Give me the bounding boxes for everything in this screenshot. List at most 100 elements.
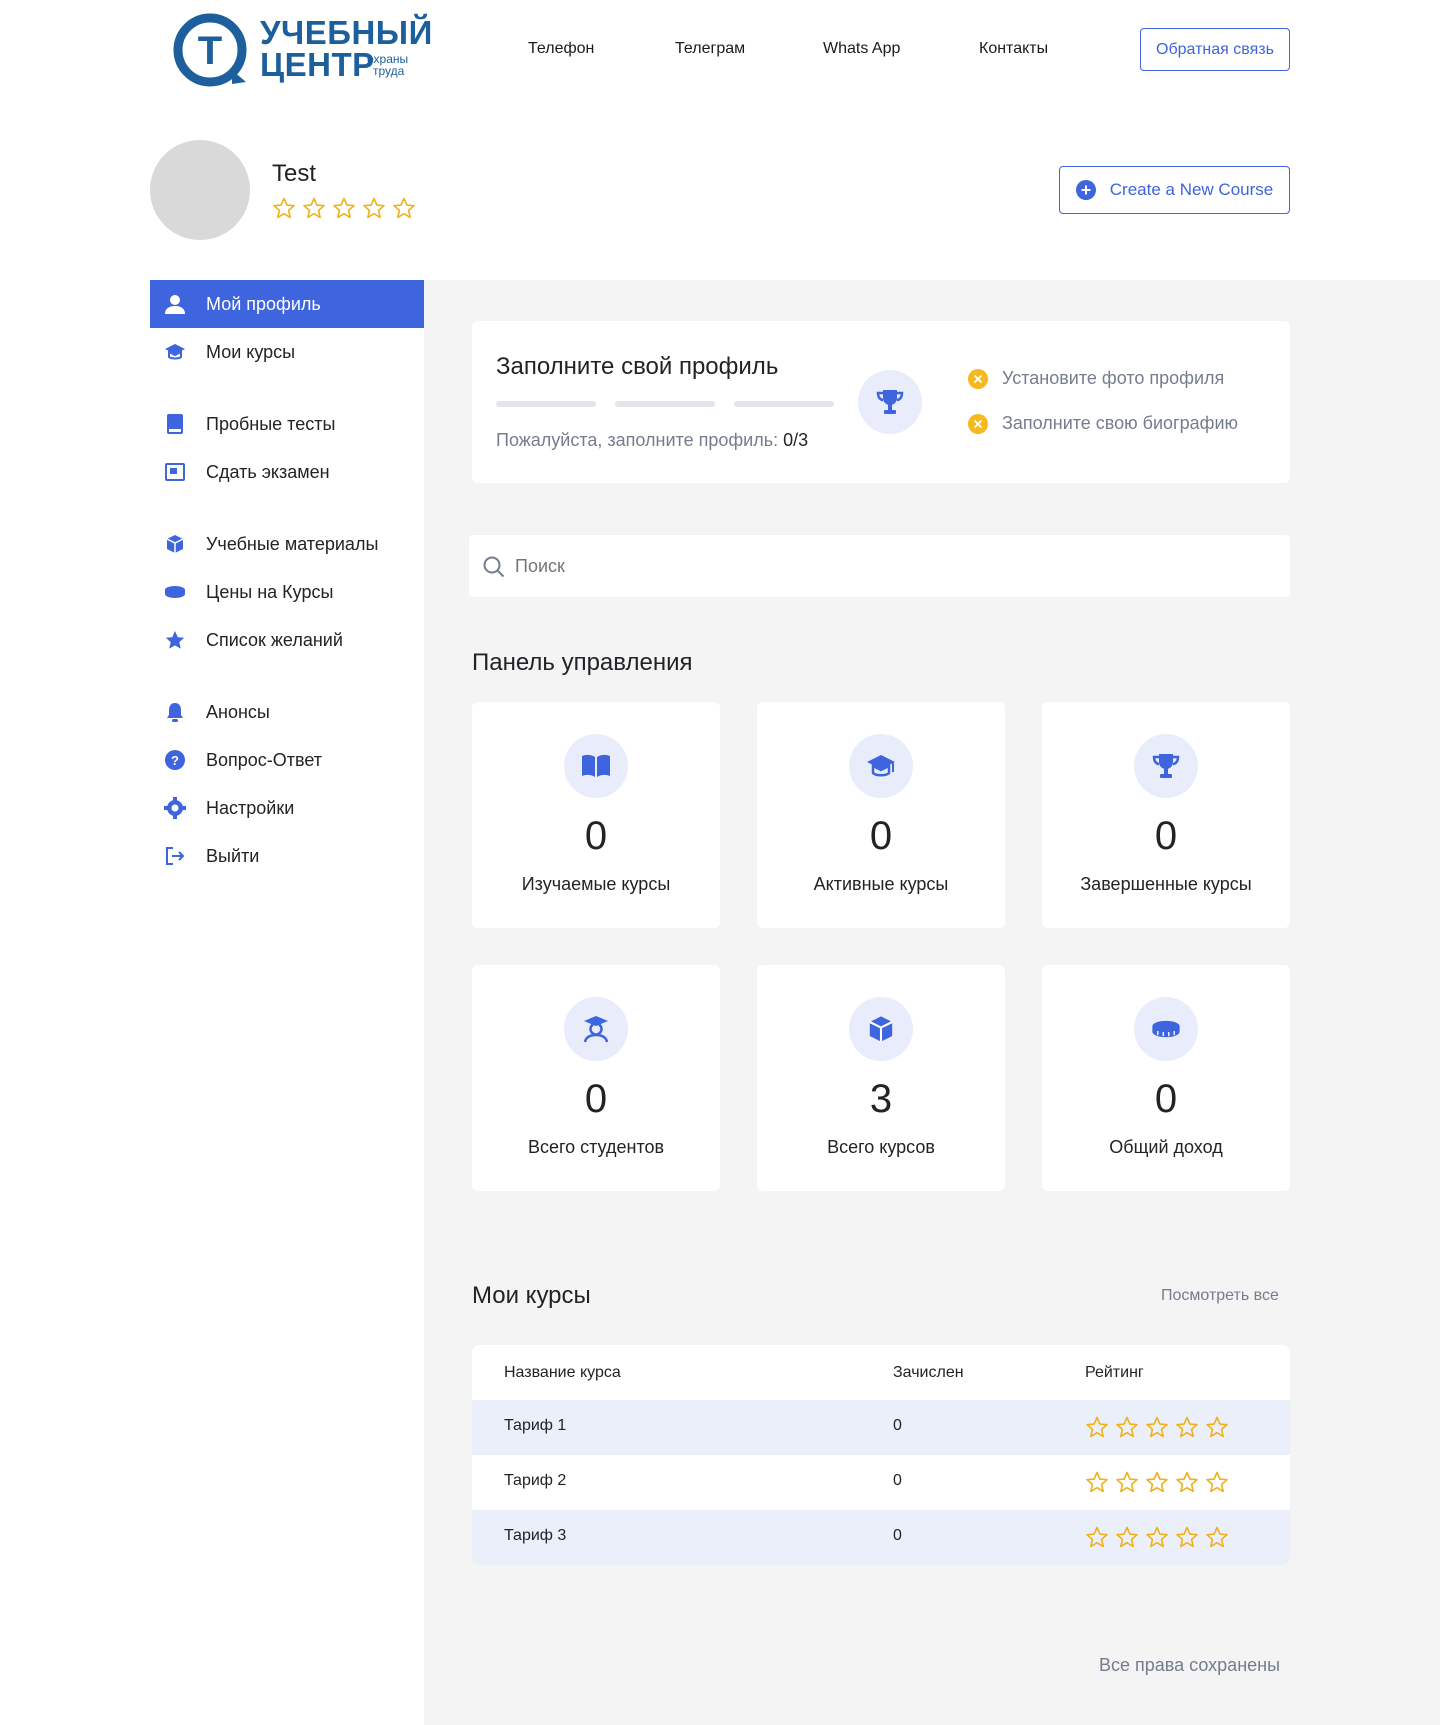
table-row[interactable]: Тариф 1 0 <box>472 1400 1290 1455</box>
search-icon <box>483 556 505 578</box>
star-outline-icon <box>1086 1416 1108 1438</box>
stat-icon-circle <box>849 734 913 798</box>
create-course-label: Create a New Course <box>1109 180 1274 199</box>
stat-icon-circle <box>564 997 628 1061</box>
course-enrolled: 0 <box>893 1417 902 1434</box>
feedback-button[interactable]: Обратная связь <box>1140 28 1290 71</box>
create-course-button[interactable]: Create a New Course <box>1059 166 1290 214</box>
sidebar-item-settings[interactable]: Настройки <box>150 784 424 832</box>
sidebar-item-logout[interactable]: Выйти <box>150 832 424 880</box>
sidebar-item-take-exam[interactable]: Сдать экзамен <box>150 448 424 496</box>
progress-segment <box>496 401 596 407</box>
open-book-icon <box>582 754 610 777</box>
stat-value: 0 <box>584 814 608 858</box>
sidebar-item-announcements[interactable]: Анонсы <box>150 688 424 736</box>
search-input[interactable] <box>515 549 1275 583</box>
graduation-cap-icon <box>867 755 895 777</box>
completion-task[interactable]: Заполните свою биографию <box>968 413 1238 434</box>
completion-task[interactable]: Установите фото профиля <box>968 368 1224 389</box>
nav-telegram[interactable]: Телеграм <box>675 38 745 60</box>
stat-icon-circle <box>564 734 628 798</box>
sidebar-item-profile[interactable]: Мой профиль <box>150 280 424 328</box>
star-outline-icon <box>363 197 385 219</box>
completion-task-label: Установите фото профиля <box>1002 368 1225 388</box>
course-enrolled: 0 <box>893 1527 902 1544</box>
completion-progress-bar <box>496 401 834 407</box>
trophy-icon <box>1152 754 1180 778</box>
star-outline-icon <box>303 197 325 219</box>
bell-icon <box>164 701 186 723</box>
sidebar-item-label: Вопрос-Ответ <box>206 749 323 770</box>
progress-segment <box>734 401 834 407</box>
svg-text:?: ? <box>171 753 179 768</box>
nav-contacts[interactable]: Контакты <box>979 38 1048 60</box>
course-rating <box>1085 1415 1235 1439</box>
star-outline-icon <box>1206 1471 1228 1493</box>
course-name[interactable]: Тариф 1 <box>504 1417 566 1435</box>
progress-segment <box>615 401 715 407</box>
feedback-button-label: Обратная связь <box>1156 40 1274 58</box>
course-name[interactable]: Тариф 2 <box>504 1472 566 1490</box>
coins-icon <box>1152 1020 1180 1038</box>
nav-whatsapp[interactable]: Whats App <box>823 38 900 60</box>
star-outline-icon <box>1176 1471 1198 1493</box>
sidebar-item-practice-tests[interactable]: Пробные тесты <box>150 400 424 448</box>
stat-label: Изучаемые курсы <box>521 874 671 894</box>
course-name[interactable]: Тариф 3 <box>504 1527 566 1545</box>
stat-value: 3 <box>869 1077 893 1121</box>
sidebar-item-my-courses[interactable]: Мои курсы <box>150 328 424 376</box>
sidebar-item-qa[interactable]: ? Вопрос-Ответ <box>150 736 424 784</box>
coins-icon <box>164 581 186 603</box>
star-outline-icon <box>273 197 295 219</box>
stat-card: 0 Общий доход <box>1042 965 1290 1191</box>
star-outline-icon <box>1146 1471 1168 1493</box>
stat-value: 0 <box>584 1077 608 1121</box>
stat-label: Активные курсы <box>813 874 949 894</box>
table-header-enrolled: Зачислен <box>893 1364 964 1381</box>
sidebar-item-label: Мои курсы <box>206 341 296 362</box>
dashboard-title: Панель управления <box>472 649 693 676</box>
my-courses-title: Мои курсы <box>472 1282 591 1309</box>
logo-line1: УЧЕБНЫЙ <box>260 14 433 51</box>
stat-icon-circle <box>1134 734 1198 798</box>
logo[interactable]: Т УЧЕБНЫЙ ЦЕНТР охраны труда <box>172 10 432 90</box>
sidebar-item-prices[interactable]: Цены на Курсы <box>150 568 424 616</box>
footer-copyright: Все права сохранены <box>1099 1655 1281 1675</box>
avatar[interactable] <box>150 140 250 240</box>
sidebar-item-wishlist[interactable]: Список желаний <box>150 616 424 664</box>
course-rating <box>1085 1470 1235 1494</box>
star-outline-icon <box>1176 1416 1198 1438</box>
sidebar-item-label: Учебные материалы <box>206 533 379 554</box>
sidebar-item-label: Настройки <box>206 797 295 818</box>
profile-completion-card: Заполните свой профиль Пожалуйста, запол… <box>472 321 1290 483</box>
gear-icon <box>164 797 186 819</box>
stat-card: 0 Изучаемые курсы <box>472 702 720 928</box>
logo-mark-icon: Т <box>173 13 247 87</box>
graduation-cap-icon <box>164 341 186 363</box>
view-all-link[interactable]: Посмотреть все <box>1161 1287 1279 1305</box>
course-enrolled: 0 <box>893 1472 902 1489</box>
stat-value: 0 <box>869 814 893 858</box>
table-row[interactable]: Тариф 2 0 <box>472 1455 1290 1510</box>
search-bar <box>469 535 1290 597</box>
completion-hint-text: Пожалуйста, заполните профиль: <box>496 430 779 450</box>
table-row[interactable]: Тариф 3 0 <box>472 1510 1290 1565</box>
star-outline-icon <box>1086 1471 1108 1493</box>
sidebar-item-materials[interactable]: Учебные материалы <box>150 520 424 568</box>
sidebar-item-label: Анонсы <box>206 701 270 722</box>
book-icon <box>164 413 186 435</box>
plus-circle-icon <box>1075 180 1096 200</box>
star-outline-icon <box>1206 1416 1228 1438</box>
completion-task-label: Заполните свою биографию <box>1002 413 1238 433</box>
star-icon <box>164 629 186 651</box>
star-outline-icon <box>1206 1526 1228 1548</box>
sidebar-item-label: Пробные тесты <box>206 413 336 434</box>
profile-name: Test <box>272 160 317 187</box>
nav-phone[interactable]: Телефон <box>528 38 594 60</box>
question-icon: ? <box>164 749 186 771</box>
star-outline-icon <box>333 197 355 219</box>
logout-icon <box>164 845 186 867</box>
logo-line2: ЦЕНТР <box>260 46 375 83</box>
profile-rating <box>272 196 422 220</box>
course-rating <box>1085 1525 1235 1549</box>
